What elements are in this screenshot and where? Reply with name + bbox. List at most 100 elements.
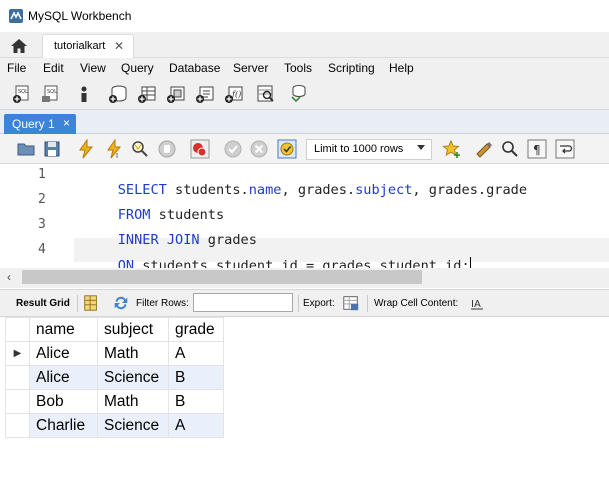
line-number: 4 — [38, 242, 46, 257]
save-icon[interactable] — [42, 139, 62, 159]
cell-name[interactable]: Alice — [29, 341, 98, 366]
cell-name[interactable]: Bob — [29, 389, 98, 414]
export-icon[interactable] — [342, 294, 360, 312]
cell-subject[interactable]: Science — [97, 365, 169, 390]
main-toolbar: SQL SQL f() — [0, 78, 609, 110]
result-grid-tab[interactable]: Result Grid — [16, 298, 70, 309]
create-schema-icon[interactable] — [108, 84, 128, 104]
window-title: MySQL Workbench — [28, 9, 132, 23]
cell-name[interactable]: Alice — [29, 365, 98, 390]
current-row-marker-icon: ▶ — [5, 341, 30, 366]
cell-grade[interactable]: B — [168, 365, 224, 390]
find-icon[interactable] — [500, 139, 520, 159]
svg-text:SQL: SQL — [18, 89, 28, 95]
query-tab[interactable]: Query 1 × — [4, 114, 76, 134]
scrollbar-thumb[interactable] — [22, 270, 422, 284]
invisible-chars-icon[interactable]: ¶ — [527, 139, 547, 159]
cell-subject[interactable]: Math — [97, 341, 169, 366]
open-sql-script-icon[interactable]: SQL — [41, 84, 61, 104]
menu-scripting[interactable]: Scripting — [328, 61, 375, 75]
chevron-down-icon — [417, 145, 425, 150]
scroll-left-icon[interactable]: ‹ — [7, 270, 11, 284]
create-function-icon[interactable]: f() — [224, 84, 244, 104]
svg-text:I: I — [116, 152, 118, 159]
beautify-icon[interactable] — [474, 139, 494, 159]
close-query-tab-icon[interactable]: × — [63, 116, 70, 130]
close-connection-tab-icon[interactable]: ✕ — [114, 39, 124, 53]
column-header-grade[interactable]: grade — [168, 317, 224, 342]
line-number: 2 — [38, 192, 46, 207]
menu-file[interactable]: File — [7, 61, 26, 75]
menu-tools[interactable]: Tools — [284, 61, 312, 75]
cell-name[interactable]: Charlie — [29, 413, 98, 438]
commit-icon[interactable] — [223, 139, 243, 159]
grid-form-icon[interactable] — [82, 294, 100, 312]
autocommit-icon[interactable] — [277, 139, 297, 159]
connection-tab[interactable]: tutorialkart ✕ — [42, 34, 134, 58]
menu-database[interactable]: Database — [169, 61, 220, 75]
sql-editor-toolbar: I Limit to 1000 rows ¶ — [0, 134, 609, 164]
export-label: Export: — [303, 298, 335, 309]
result-table: name subject grade ▶ Alice Math A Alice … — [5, 317, 224, 438]
wrap-cell-content-label: Wrap Cell Content: — [374, 298, 459, 309]
editor-horizontal-scrollbar[interactable]: ‹ — [0, 268, 609, 288]
search-table-data-icon[interactable] — [256, 84, 276, 104]
query-tab-bar: Query 1 × — [0, 110, 609, 134]
filter-rows-label: Filter Rows: — [136, 298, 189, 309]
table-row[interactable]: Bob Math B — [5, 389, 224, 414]
add-snippet-icon[interactable] — [442, 139, 462, 159]
svg-text:¶: ¶ — [533, 143, 541, 157]
row-marker — [5, 365, 30, 390]
cell-grade[interactable]: A — [168, 341, 224, 366]
new-sql-tab-icon[interactable]: SQL — [12, 84, 32, 104]
explain-icon[interactable] — [130, 139, 150, 159]
divider — [367, 295, 368, 312]
column-header-name[interactable]: name — [29, 317, 98, 342]
table-row[interactable]: Charlie Science A — [5, 413, 224, 438]
create-view-icon[interactable] — [166, 84, 186, 104]
divider — [77, 295, 78, 312]
rollback-icon[interactable] — [249, 139, 269, 159]
create-table-icon[interactable] — [137, 84, 157, 104]
open-folder-icon[interactable] — [16, 139, 36, 159]
limit-rows-value: Limit to 1000 rows — [314, 143, 404, 155]
query-tab-label: Query 1 — [12, 117, 55, 131]
cell-grade[interactable]: A — [168, 413, 224, 438]
reconnect-icon[interactable] — [288, 84, 308, 104]
sql-keyword: name — [248, 182, 282, 198]
menu-server[interactable]: Server — [233, 61, 268, 75]
sql-text: , grades.grade — [412, 182, 527, 198]
menu-edit[interactable]: Edit — [43, 61, 64, 75]
column-header-subject[interactable]: subject — [97, 317, 169, 342]
sql-editor[interactable]: 1 2 3 4 SELECT students.name, grades.sub… — [0, 164, 609, 274]
create-procedure-icon[interactable] — [195, 84, 215, 104]
inspector-icon[interactable] — [74, 84, 94, 104]
execute-current-icon[interactable]: I — [104, 139, 124, 159]
line-number-gutter — [0, 164, 74, 268]
wrap-cell-icon[interactable]: IA — [470, 295, 484, 311]
cell-subject[interactable]: Math — [97, 389, 169, 414]
refresh-icon[interactable] — [112, 294, 130, 312]
table-row[interactable]: ▶ Alice Math A — [5, 341, 224, 366]
menu-query[interactable]: Query — [121, 61, 154, 75]
menu-view[interactable]: View — [80, 61, 106, 75]
home-icon — [11, 39, 27, 53]
toggle-error-icon[interactable] — [190, 139, 210, 159]
title-bar: MySQL Workbench — [0, 0, 609, 32]
sql-text: , grades. — [281, 182, 356, 198]
wrap-lines-icon[interactable] — [555, 139, 575, 159]
cell-grade[interactable]: B — [168, 389, 224, 414]
cell-subject[interactable]: Science — [97, 413, 169, 438]
table-row[interactable]: Alice Science B — [5, 365, 224, 390]
line-number: 1 — [38, 167, 46, 182]
menu-help[interactable]: Help — [389, 61, 414, 75]
home-tab[interactable] — [4, 34, 34, 58]
filter-rows-input[interactable] — [193, 293, 293, 312]
row-marker — [5, 413, 30, 438]
execute-icon[interactable] — [76, 139, 96, 159]
result-toolbar: Result Grid Filter Rows: Export: Wrap Ce… — [0, 289, 609, 317]
limit-rows-select[interactable]: Limit to 1000 rows — [306, 139, 432, 160]
connection-tab-strip: tutorialkart ✕ — [0, 32, 609, 58]
stop-icon[interactable] — [157, 139, 177, 159]
result-grid: name subject grade ▶ Alice Math A Alice … — [0, 317, 609, 481]
